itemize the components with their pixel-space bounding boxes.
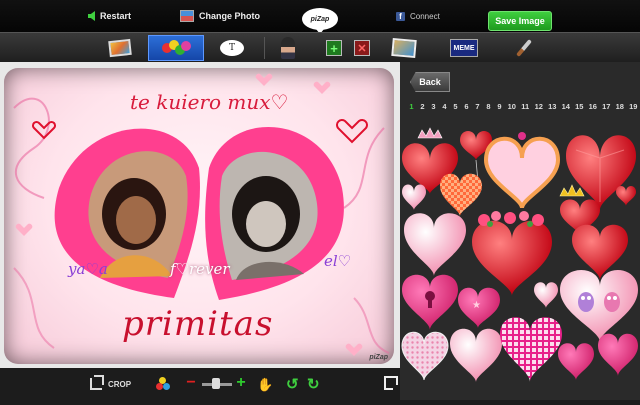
svg-text:★: ★ [472,300,481,311]
sticker-grid: ★ [400,120,640,400]
frames-tool[interactable] [384,35,424,61]
page-link-3[interactable]: 3 [428,102,439,111]
text-tool[interactable]: T [212,35,252,61]
crop-button[interactable]: CROP [90,374,131,394]
zoom-minus-icon[interactable]: − [184,377,198,391]
facebook-icon: f [396,12,405,21]
page-link-5[interactable]: 5 [450,102,461,111]
editor-canvas: te kuiero mux♡ ya♡a f♡rever el♡ primitas… [0,62,400,368]
add-tool[interactable]: + [322,35,346,61]
sticker-artwork: ★ [400,120,640,400]
sticker-heart-checkered[interactable] [440,174,482,216]
delete-icon: ✕ [354,40,370,56]
restart-button[interactable]: Restart [88,8,131,24]
frames-icon [391,38,416,58]
add-icon: + [326,40,342,56]
zoom-plus-icon[interactable]: + [234,377,248,391]
page-link-10[interactable]: 10 [505,102,519,111]
sticker-heart-sparkle[interactable] [402,332,448,380]
paintbrush-icon [516,39,532,57]
back-button[interactable]: Back [410,72,450,92]
caption-name-right: el♡ [324,252,351,270]
layers-icon[interactable] [156,377,170,391]
page-link-4[interactable]: 4 [439,102,450,111]
stickers-tool[interactable] [148,35,204,61]
sticker-heart-star-pink[interactable]: ★ [458,288,500,328]
sticker-panel: Back 1234567891011121314151617181920 [400,62,640,400]
sticker-heart-white[interactable] [450,329,502,382]
meme-icon: MEME [450,39,478,57]
cutout-person-tool[interactable] [272,35,304,61]
change-photo-label: Change Photo [199,11,260,21]
caption-forever: f♡rever [170,260,230,278]
sticker-heart-tiny-red[interactable] [616,186,636,206]
tool-bar: T + ✕ MEME [0,32,640,64]
crop-icon [90,378,102,390]
top-bar: Restart Change Photo piZap f Connect Sav… [0,0,640,32]
sticker-heart-owls[interactable] [560,270,638,342]
page-link-11[interactable]: 11 [519,102,533,111]
pizap-watermark: piZap [369,354,388,361]
page-link-9[interactable]: 9 [494,102,505,111]
page-link-12[interactable]: 12 [532,102,546,111]
change-photo-icon [180,10,194,22]
paint-tool[interactable] [504,35,544,61]
page-link-19[interactable]: 19 [627,102,640,111]
sticker-heart-grid[interactable] [500,317,562,382]
page-link-18[interactable]: 18 [613,102,627,111]
crop-label: CROP [108,380,131,389]
sticker-heart-keyhole[interactable] [402,275,458,330]
page-link-8[interactable]: 8 [483,102,494,111]
square-icon[interactable] [384,376,398,390]
undo-icon[interactable]: ↺ [286,375,299,393]
photos-icon [108,39,132,57]
sticker-heart-light-pink[interactable] [404,213,466,276]
caption-primitas: primitas [122,304,273,344]
sticker-heart-small-pink[interactable] [402,185,426,211]
sticker-heart-pink-small[interactable] [534,282,558,308]
redo-icon[interactable]: ↻ [307,375,320,393]
facebook-connect-button[interactable]: f Connect [396,8,440,24]
change-photo-button[interactable]: Change Photo [180,8,260,24]
stickers-icon [162,40,190,56]
meme-tool[interactable]: MEME [444,35,484,61]
page-link-1[interactable]: 1 [406,102,417,111]
page-link-7[interactable]: 7 [472,102,483,111]
page-selector: 1234567891011121314151617181920 [406,100,640,112]
page-link-16[interactable]: 16 [586,102,600,111]
delete-tool[interactable]: ✕ [350,35,374,61]
page-link-15[interactable]: 15 [573,102,587,111]
sticker-heart-hot-pink[interactable] [598,334,638,376]
connect-label: Connect [410,12,440,21]
save-image-button[interactable]: Save Image [488,11,552,31]
photos-tool[interactable] [100,35,140,61]
restart-label: Restart [100,11,131,21]
restart-arrow-icon [88,11,95,21]
zoom-slider-thumb[interactable] [212,378,220,389]
caption-name-left: ya♡a [68,260,108,278]
toolbar-divider [264,37,265,59]
page-link-14[interactable]: 14 [559,102,573,111]
sticker-heart-gem-border[interactable] [486,132,558,208]
pizap-logo: piZap [302,8,338,30]
hand-icon[interactable]: ✋ [257,377,273,393]
page-link-6[interactable]: 6 [461,102,472,111]
page-link-13[interactable]: 13 [546,102,560,111]
text-bubble-icon: T [220,40,244,56]
caption-title: te kuiero mux♡ [130,90,288,114]
edited-photo[interactable]: te kuiero mux♡ ya♡a f♡rever el♡ primitas… [4,68,394,364]
page-link-17[interactable]: 17 [600,102,614,111]
sticker-heart-magenta[interactable] [558,343,594,380]
person-icon [281,37,295,59]
page-link-2[interactable]: 2 [417,102,428,111]
